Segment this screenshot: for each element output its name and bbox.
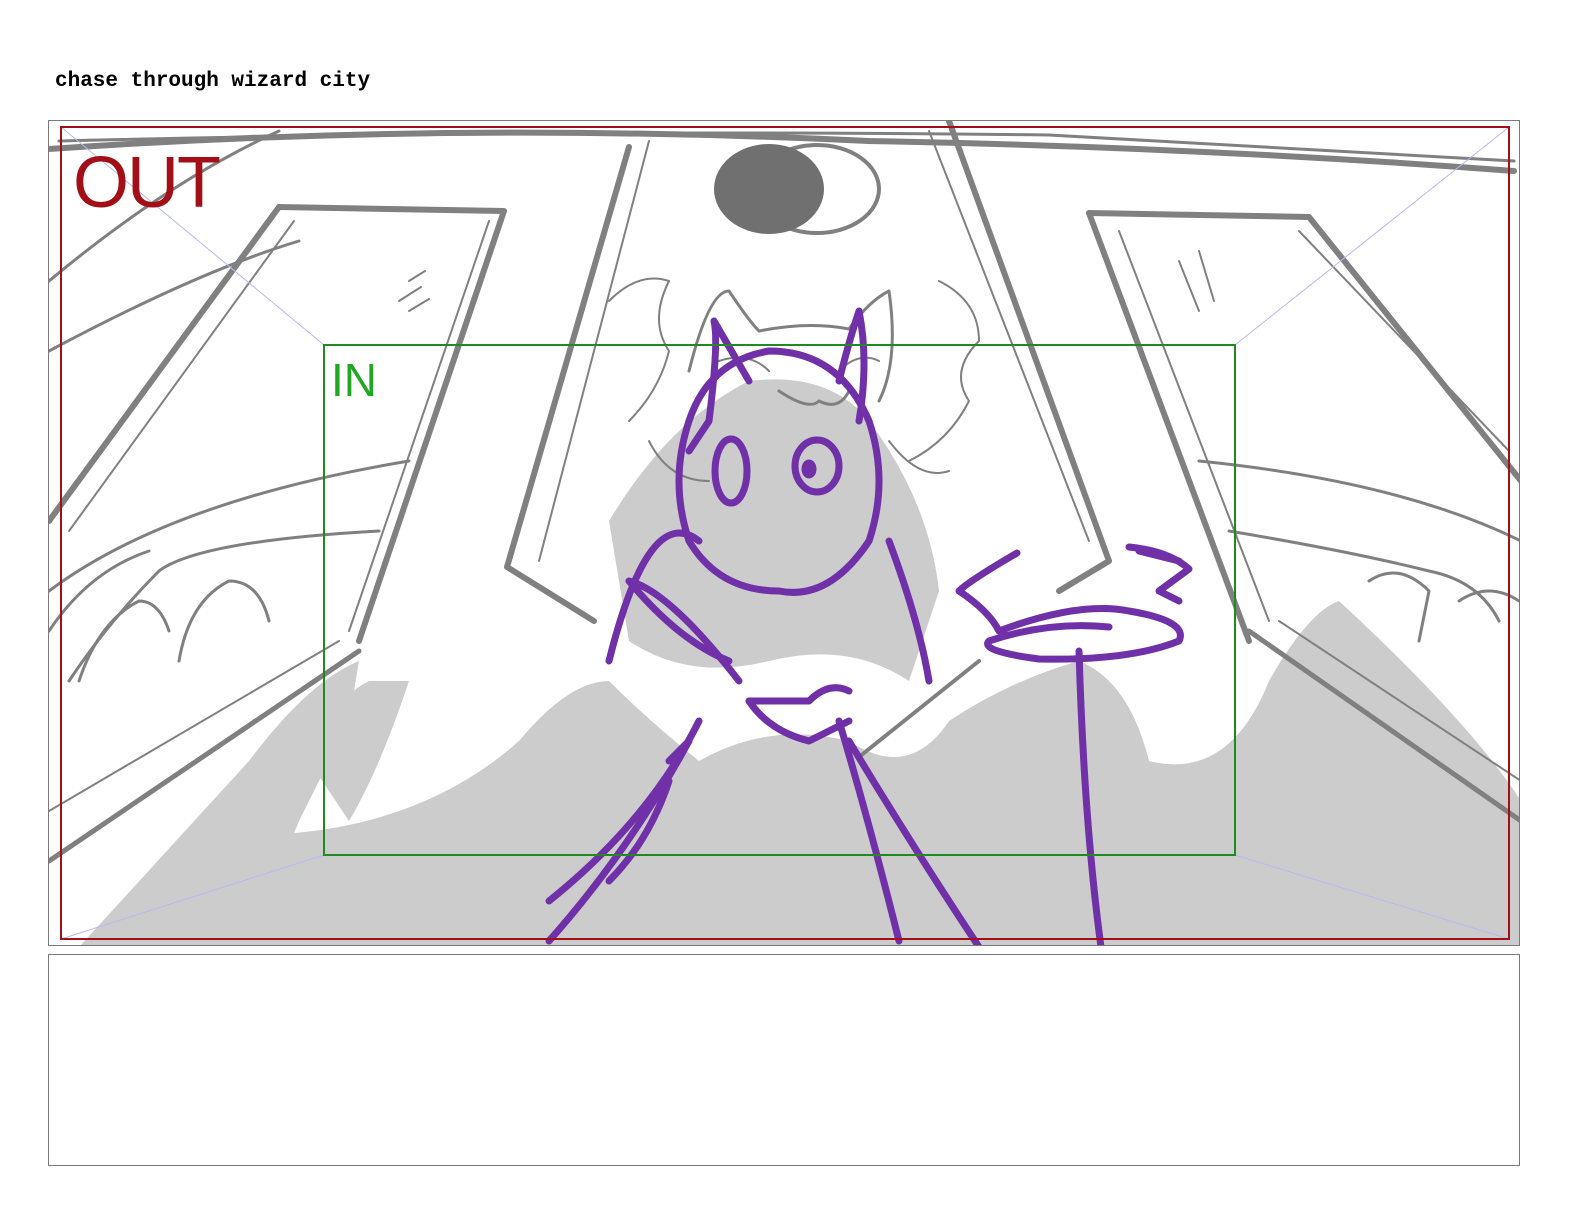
in-frame-label: IN xyxy=(331,354,377,406)
panel-drawing xyxy=(49,121,1519,945)
storyboard-panel: OUT IN xyxy=(48,120,1520,946)
panel-notes-box[interactable] xyxy=(48,954,1520,1166)
out-frame-label: OUT xyxy=(73,143,221,223)
shadow-fills xyxy=(80,379,1519,945)
scene-title: chase through wizard city xyxy=(55,70,371,93)
